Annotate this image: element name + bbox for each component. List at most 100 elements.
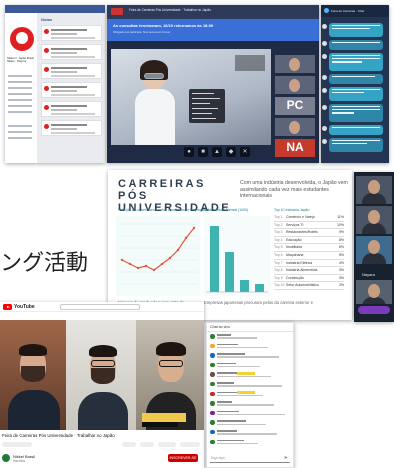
table-cell-pct: 4% [338,260,344,265]
call-toolbar[interactable] [358,306,390,314]
notice-banner: As consultas terminaram, 16/10 retornamo… [107,19,319,41]
stage-overlay [235,55,265,71]
bar [225,252,234,292]
chat-message [322,138,383,152]
participant-tile[interactable] [275,118,315,136]
nav-item[interactable] [8,125,32,127]
feed-post[interactable] [41,82,102,98]
participant-video[interactable] [356,176,392,204]
participant-tile-na[interactable]: NA [275,139,315,157]
chat-message [207,418,293,428]
event-logo [111,8,123,15]
page-avatar[interactable] [10,27,34,51]
youtube-logo-icon[interactable] [3,304,12,310]
series-point [160,262,164,266]
participant-video[interactable] [356,206,392,234]
speaker-tile [0,320,66,430]
participant-tile[interactable] [275,76,315,94]
chat-input[interactable]: Diga algo... ➤ [210,455,290,463]
nav-item[interactable] [8,111,32,113]
share-icon[interactable]: ▲ [212,147,222,157]
participant-video[interactable] [356,280,392,304]
mic-icon[interactable]: ● [184,147,194,157]
nav-item[interactable] [8,87,32,89]
tab-notes[interactable]: Notas [41,17,102,22]
nav-item[interactable] [8,75,32,77]
table-row: Top 9 Construção 3% [274,275,344,283]
youtube-screenshot: YouTube Feira de Carreiras Pós Universid… [0,302,204,468]
banner-message: As consultas terminaram, 16/10 retornamo… [113,23,214,28]
table-cell-pct: 3% [338,275,344,280]
table-cell-pct: 5% [338,252,344,257]
nav-item[interactable] [8,105,32,107]
series-point [168,256,172,260]
participant-tile[interactable] [275,55,315,73]
table-cell-name: Restaurantes/Hotéis [286,230,318,235]
bar [210,226,219,292]
save-button[interactable] [180,442,200,447]
like-button[interactable] [122,442,136,447]
user-avatar [210,401,215,406]
share-button[interactable] [158,442,176,447]
dislike-button[interactable] [140,442,154,447]
table-cell-pct: 2% [338,283,344,288]
nav-item[interactable] [8,131,32,133]
table-cell-rank: Top 1 [274,215,283,219]
user-avatar [210,391,215,397]
nav-item[interactable] [8,137,32,139]
feed-post[interactable] [41,63,102,79]
feed-post[interactable] [41,101,102,117]
series-point [120,258,124,262]
user-avatar [210,429,215,435]
chat-message [207,332,293,342]
industry-ranking-table: Top 1 Comércio e Varejo 11% Top 2 Serviços T… [274,214,344,290]
camera-icon[interactable]: ■ [198,147,208,157]
participant-video[interactable] [356,236,392,264]
chat-message [207,409,293,419]
presentation-slide: CARREIRAS PÓS UNIVERSIDADE Com uma indús… [108,170,352,320]
channel-avatar[interactable] [2,454,10,462]
table-cell-pct: 8% [338,237,344,242]
user-avatar [210,420,215,425]
youtube-wordmark: YouTube [14,304,35,310]
speaker-tile [66,320,136,430]
caption-companies: Empresas japonesas procuram pelos da car… [204,300,313,305]
table-cell-name: Comércio e Varejo [286,215,315,219]
chat-message [207,351,293,361]
channel-row: Nikkei Brasil inscritos INSCREVER-SE [2,452,202,466]
feed-post[interactable] [41,25,102,41]
participant-tile-pc[interactable]: PC [275,97,315,115]
leave-icon[interactable]: ✕ [240,147,250,157]
webinar-title: Feira de Carreiras Pós Universidade · Tr… [129,8,211,12]
table-cell-name: Imobiliária [286,245,302,250]
send-icon[interactable]: ➤ [284,455,288,461]
feed-post[interactable] [41,44,102,60]
series-point [128,262,132,266]
search-input[interactable] [60,304,140,310]
call-controls: ● ■ ▲ ◆ ✕ [167,147,267,157]
video-player[interactable] [0,320,204,430]
feed-post[interactable] [41,120,102,136]
table-cell-rank: Top 4 [274,237,283,242]
subscribe-button[interactable]: INSCREVER-SE [168,454,198,462]
series-point [136,266,140,270]
table-row: Top 5 Imobiliária 6% [274,244,344,252]
chat-header: Feira de Carreiras · Chat [321,5,389,17]
scientist-figure [135,60,175,145]
nav-item[interactable] [8,99,32,101]
table-cell-pct: 11% [337,215,344,219]
table-cell-rank: Top 6 [274,252,283,257]
table-cell-name: Indústria Alimentícia [286,268,318,273]
bar [255,284,264,292]
series-point [152,268,156,272]
chat-message [207,361,293,371]
nav-item[interactable] [8,81,32,83]
table-cell-rank: Top 9 [274,275,283,280]
chat-message [207,438,293,448]
table-row: Top 1 Comércio e Varejo 11% [274,214,344,222]
main-video-stage[interactable] [111,49,271,145]
record-icon[interactable]: ◆ [226,147,236,157]
nav-item[interactable] [8,93,32,95]
speaker-tile [136,320,204,430]
chat-message [322,87,383,101]
